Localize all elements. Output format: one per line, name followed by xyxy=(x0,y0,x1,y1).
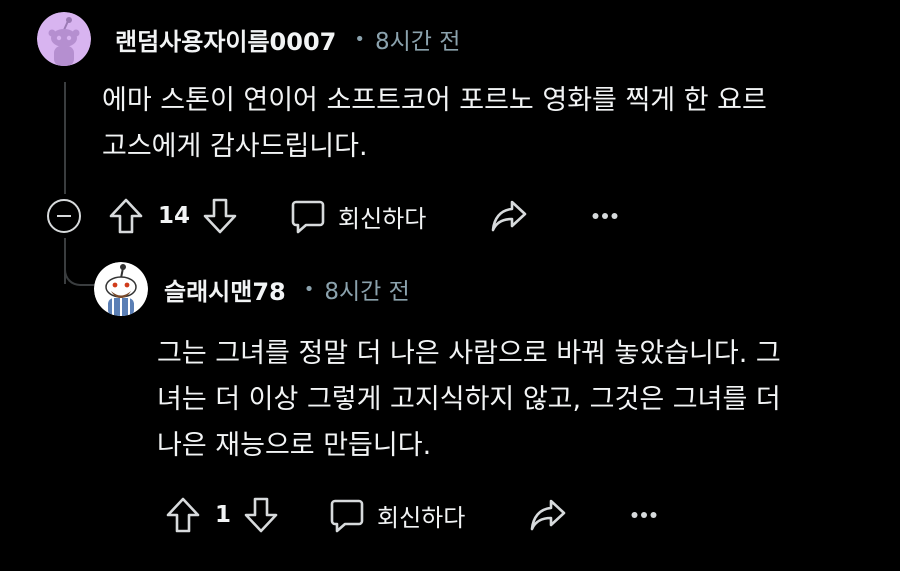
upvote-button[interactable] xyxy=(165,496,201,534)
comment-timestamp[interactable]: 8시간 전 xyxy=(324,272,409,306)
downvote-button[interactable] xyxy=(243,496,279,534)
comment-header: 랜덤사용자이름0007 • 8시간 전 xyxy=(37,12,460,66)
share-button[interactable] xyxy=(490,199,528,233)
comment-body-line: 에마 스톤이 연이어 소프트코어 포르노 영화를 찍게 한 요르 xyxy=(102,85,767,116)
comment-body: 에마 스톤이 연이어 소프트코어 포르노 영화를 찍게 한 요르 고스에게 감사… xyxy=(102,78,767,170)
arrow-up-icon xyxy=(166,497,200,533)
comment-body: 그는 그녀를 정말 더 나은 사람으로 바꿔 놓았습니다. 그 녀는 더 이상 … xyxy=(157,331,781,469)
meta-separator: • xyxy=(354,28,365,50)
share-button[interactable] xyxy=(529,498,567,532)
arrow-up-icon xyxy=(109,198,143,234)
share-arrow-icon xyxy=(492,200,527,232)
snoo-avatar-icon xyxy=(94,262,148,316)
speech-bubble-icon xyxy=(291,200,325,234)
avatar[interactable] xyxy=(37,12,91,66)
ellipsis-icon xyxy=(592,213,618,219)
snoo-avatar-icon xyxy=(37,12,91,66)
reply-label: 회신하다 xyxy=(338,204,427,233)
comment-actions: 1 회신하다 xyxy=(165,495,657,535)
comment-timestamp[interactable]: 8시간 전 xyxy=(375,22,460,56)
comment-actions: 14 회신하다 xyxy=(108,196,618,236)
comment-body-line: 나은 재능으로 만듭니다. xyxy=(157,430,432,461)
reply-label: 회신하다 xyxy=(377,503,466,532)
thread-connector xyxy=(64,258,96,286)
comment-thread: 랜덤사용자이름0007 • 8시간 전 에마 스톤이 연이어 소프트코어 포르노… xyxy=(0,0,900,571)
vote-count: 14 xyxy=(158,203,191,229)
share-arrow-icon xyxy=(531,499,566,531)
comment-author[interactable]: 랜덤사용자이름0007 xyxy=(115,22,336,57)
comment-body-line: 그는 그녀를 정말 더 나은 사람으로 바꿔 놓았습니다. 그 xyxy=(157,338,781,369)
more-options-button[interactable] xyxy=(592,212,618,220)
comment-body-line: 고스에게 감사드립니다. xyxy=(102,131,368,162)
comment-header: 슬래시맨78 • 8시간 전 xyxy=(94,262,410,316)
speech-bubble-icon xyxy=(330,499,364,533)
downvote-button[interactable] xyxy=(202,197,238,235)
collapse-thread-button[interactable] xyxy=(47,199,81,233)
reply-button[interactable]: 회신하다 xyxy=(290,198,426,234)
arrow-down-icon xyxy=(203,198,237,234)
arrow-down-icon xyxy=(244,497,278,533)
reply-button[interactable]: 회신하다 xyxy=(329,497,465,533)
avatar[interactable] xyxy=(94,262,148,316)
more-options-button[interactable] xyxy=(631,511,657,519)
thread-line[interactable] xyxy=(64,82,66,194)
meta-separator: • xyxy=(303,278,315,300)
comment-author[interactable]: 슬래시맨78 xyxy=(164,272,286,307)
upvote-button[interactable] xyxy=(108,197,144,235)
vote-count: 1 xyxy=(215,502,232,528)
ellipsis-icon xyxy=(631,512,657,518)
comment-body-line: 녀는 더 이상 그렇게 고지식하지 않고, 그것은 그녀를 더 xyxy=(157,384,781,415)
